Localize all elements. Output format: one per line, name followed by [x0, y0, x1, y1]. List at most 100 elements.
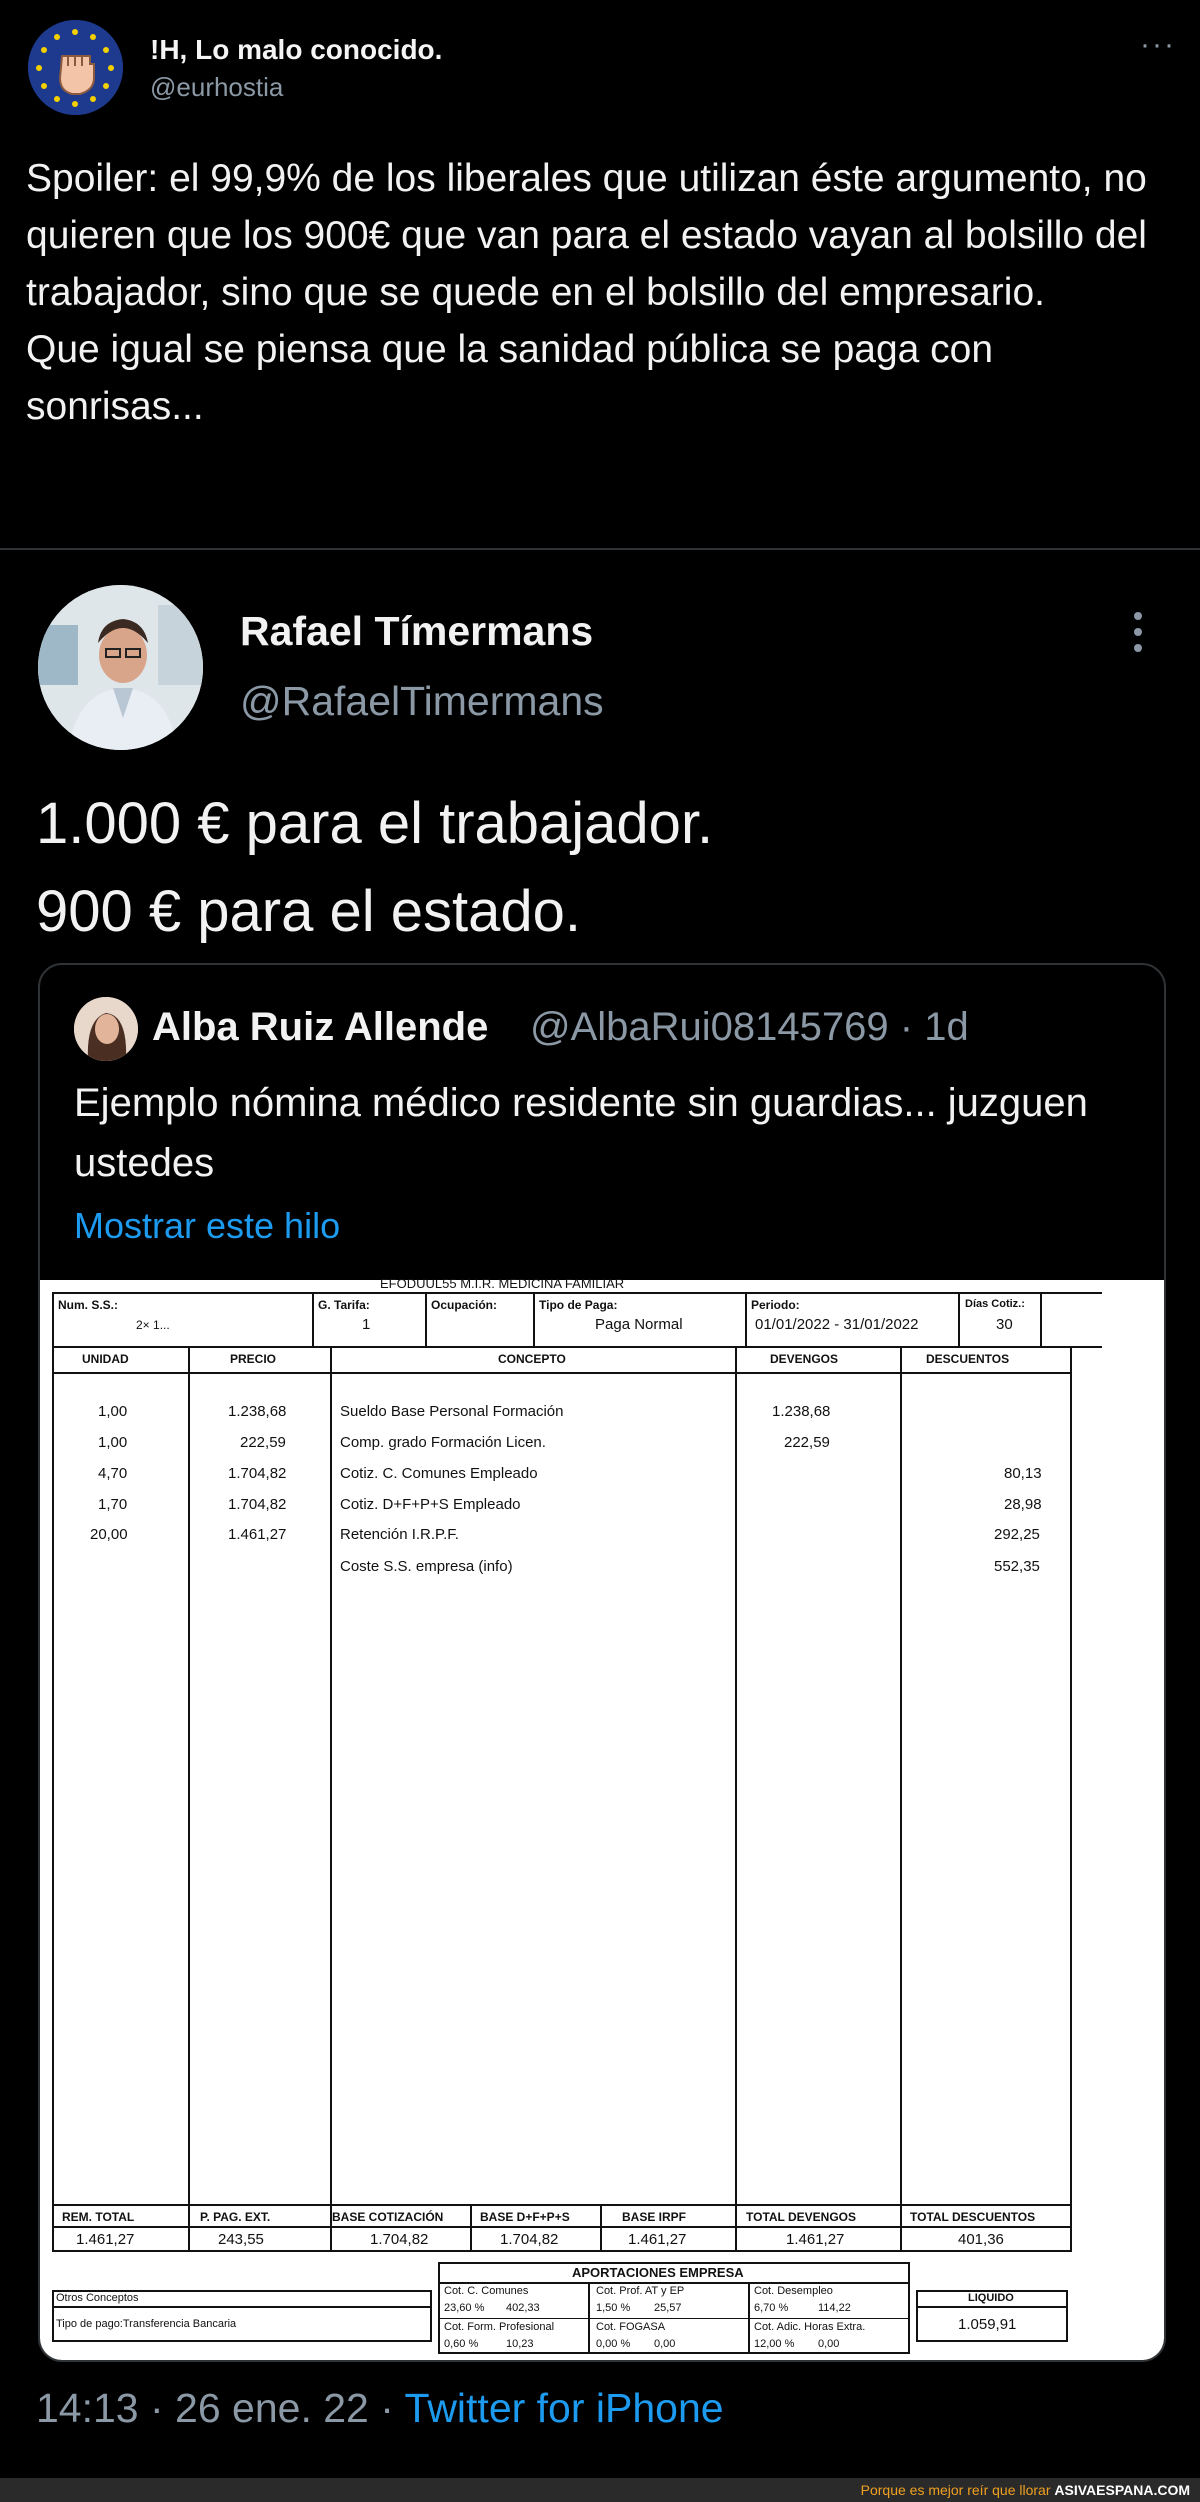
row3-unidad: 4,70	[98, 1465, 128, 1482]
tweet-divider	[0, 548, 1200, 550]
woman-photo-icon	[74, 997, 138, 1061]
ap-r2-5: 0,00	[818, 2338, 840, 2350]
ap-r1-3: 25,57	[654, 2302, 682, 2314]
alba-avatar[interactable]	[74, 997, 138, 1061]
ocupacion-label: Ocupación:	[431, 1298, 498, 1312]
ap-r1-0: 23,60 %	[444, 2302, 485, 2314]
row5-descuentos: 292,25	[994, 1526, 1040, 1543]
total-value-basecot: 1.704,82	[370, 2231, 429, 2248]
row2-unidad: 1,00	[98, 1434, 128, 1451]
total-label-basedfps: BASE D+F+P+S	[480, 2210, 570, 2224]
quote-author-name[interactable]: Alba Ruiz Allende	[152, 1005, 488, 1050]
ap-r1-2: 1,50 %	[596, 2302, 631, 2314]
rafael-avatar[interactable]	[38, 585, 203, 750]
more-options-icon[interactable]: ···	[1140, 28, 1176, 62]
total-value-rem: 1.461,27	[76, 2231, 135, 2248]
dias-label: Días Cotiz.:	[965, 1298, 1025, 1310]
tweet2-author-handle[interactable]: @RafaelTimermans	[240, 678, 604, 725]
dias-value: 30	[996, 1316, 1013, 1333]
tweet-timestamp[interactable]: 14:13 · 26 ene. 22 · Twitter for iPhone	[36, 2385, 724, 2432]
col-devengos: DEVENGOS	[770, 1352, 839, 1366]
row4-unidad: 1,70	[98, 1496, 128, 1513]
watermark-site: ASIVAESPANA.COM	[1054, 2482, 1190, 2498]
periodo-value: 01/01/2022 - 31/01/2022	[755, 1316, 919, 1333]
total-value-descuentos: 401,36	[958, 2231, 1004, 2248]
tipo-paga-value: Paga Normal	[595, 1316, 683, 1333]
ap-header-form: Cot. Form. Profesional	[444, 2321, 555, 2333]
col-precio: PRECIO	[230, 1352, 277, 1366]
row3-concepto: Cotiz. C. Comunes Empleado	[340, 1465, 538, 1482]
eu-fist-logo-icon	[28, 20, 123, 115]
ap-header-prof: Cot. Prof. AT y EP	[596, 2285, 685, 2297]
watermark-tagline: Porque es mejor reír que llorar	[860, 2482, 1055, 2498]
tweet1-author-handle[interactable]: @eurhostia	[150, 72, 283, 103]
total-label-basecot: BASE COTIZACIÓN	[332, 2210, 444, 2224]
row6-concepto: Coste S.S. empresa (info)	[340, 1558, 513, 1575]
periodo-label: Periodo:	[751, 1298, 800, 1312]
row5-unidad: 20,00	[90, 1526, 128, 1543]
timestamp-text: 14:13 · 26 ene. 22 ·	[36, 2385, 405, 2431]
liquido-value: 1.059,91	[958, 2316, 1017, 2333]
payslip-image[interactable]: EFODUUL55 M.I.R. MEDICINA FAMILIAR Num. …	[40, 1276, 1164, 2360]
num-ss-label: Num. S.S.:	[58, 1298, 119, 1312]
row3-descuentos: 80,13	[1004, 1465, 1042, 1482]
ap-r2-3: 0,00	[654, 2338, 676, 2350]
row5-precio: 1.461,27	[228, 1526, 287, 1543]
quote-text: Ejemplo nómina médico residente sin guar…	[74, 1081, 1088, 1185]
col-unidad: UNIDAD	[82, 1352, 129, 1366]
total-value-basedfps: 1.704,82	[500, 2231, 559, 2248]
tweet2-text: 1.000 € para el trabajador. 900 € para e…	[36, 780, 713, 956]
eurhostia-avatar[interactable]	[28, 20, 123, 115]
total-label-rem: REM. TOTAL	[62, 2210, 135, 2224]
ap-header-desempleo: Cot. Desempleo	[754, 2285, 833, 2297]
total-label-baseirpf: BASE IRPF	[622, 2210, 687, 2224]
total-label-devengos: TOTAL DEVENGOS	[746, 2210, 857, 2224]
ap-r2-0: 0,60 %	[444, 2338, 479, 2350]
ap-r1-1: 402,33	[506, 2302, 540, 2314]
ap-r1-4: 6,70 %	[754, 2302, 789, 2314]
tarifa-label: G. Tarifa:	[318, 1298, 370, 1312]
row2-precio: 222,59	[240, 1434, 286, 1451]
payslip-top-fragment: EFODUUL55 M.I.R. MEDICINA FAMILIAR	[380, 1276, 625, 1291]
tipo-pago-label: Tipo de pago:Transferencia Bancaria	[56, 2318, 237, 2330]
num-ss-value: 2× 1...	[136, 1318, 170, 1332]
tweet2-author-name[interactable]: Rafael Tímermans	[240, 608, 593, 655]
tweet2-line2: 900 € para el estado.	[36, 879, 581, 944]
aportaciones-title: APORTACIONES EMPRESA	[572, 2265, 744, 2280]
row2-devengos: 222,59	[784, 1434, 830, 1451]
otros-conceptos-label: Otros Conceptos	[56, 2292, 139, 2304]
more-options-vertical-icon[interactable]	[1128, 610, 1148, 659]
person-photo-icon	[38, 585, 203, 750]
row6-descuentos: 552,35	[994, 1558, 1040, 1575]
row4-precio: 1.704,82	[228, 1496, 287, 1513]
total-value-devengos: 1.461,27	[786, 2231, 845, 2248]
tweet1-text: Spoiler: el 99,9% de los liberales que u…	[26, 157, 1147, 428]
ap-r1-5: 114,22	[818, 2302, 851, 2314]
total-value-ppagext: 243,55	[218, 2231, 264, 2248]
tweet1-author-name[interactable]: !H, Lo malo conocido.	[150, 34, 442, 66]
show-thread-link[interactable]: Mostrar este hilo	[74, 1205, 340, 1247]
row3-precio: 1.704,82	[228, 1465, 287, 1482]
watermark-text: Porque es mejor reír que llorar ASIVAESP…	[861, 2482, 1190, 2498]
tweet2-line1: 1.000 € para el trabajador.	[36, 791, 714, 856]
ap-header-fogasa: Cot. FOGASA	[596, 2321, 666, 2333]
quoted-tweet-card[interactable]: Alba Ruiz Allende @AlbaRui08145769 · 1d …	[38, 963, 1166, 2362]
ap-header-horas: Cot. Adic. Horas Extra.	[754, 2321, 866, 2333]
row1-precio: 1.238,68	[228, 1403, 287, 1420]
col-descuentos: DESCUENTOS	[926, 1352, 1010, 1366]
col-concepto: CONCEPTO	[498, 1352, 566, 1366]
tarifa-value: 1	[362, 1316, 371, 1333]
source-app-link[interactable]: Twitter for iPhone	[405, 2385, 724, 2431]
row4-descuentos: 28,98	[1004, 1496, 1042, 1513]
total-label-descuentos: TOTAL DESCUENTOS	[910, 2210, 1036, 2224]
row2-concepto: Comp. grado Formación Licen.	[340, 1434, 546, 1451]
row4-concepto: Cotiz. D+F+P+S Empleado	[340, 1496, 521, 1513]
liquido-label: LIQUIDO	[968, 2292, 1014, 2304]
row1-devengos: 1.238,68	[772, 1403, 831, 1420]
ap-header-ccomunes: Cot. C. Comunes	[444, 2285, 529, 2297]
ap-r2-2: 0,00 %	[596, 2338, 631, 2350]
row1-concepto: Sueldo Base Personal Formación	[340, 1403, 564, 1420]
quote-author-handle[interactable]: @AlbaRui08145769 · 1d	[530, 1005, 969, 1050]
ap-r2-1: 10,23	[506, 2338, 534, 2350]
ap-r2-4: 12,00 %	[754, 2338, 795, 2350]
